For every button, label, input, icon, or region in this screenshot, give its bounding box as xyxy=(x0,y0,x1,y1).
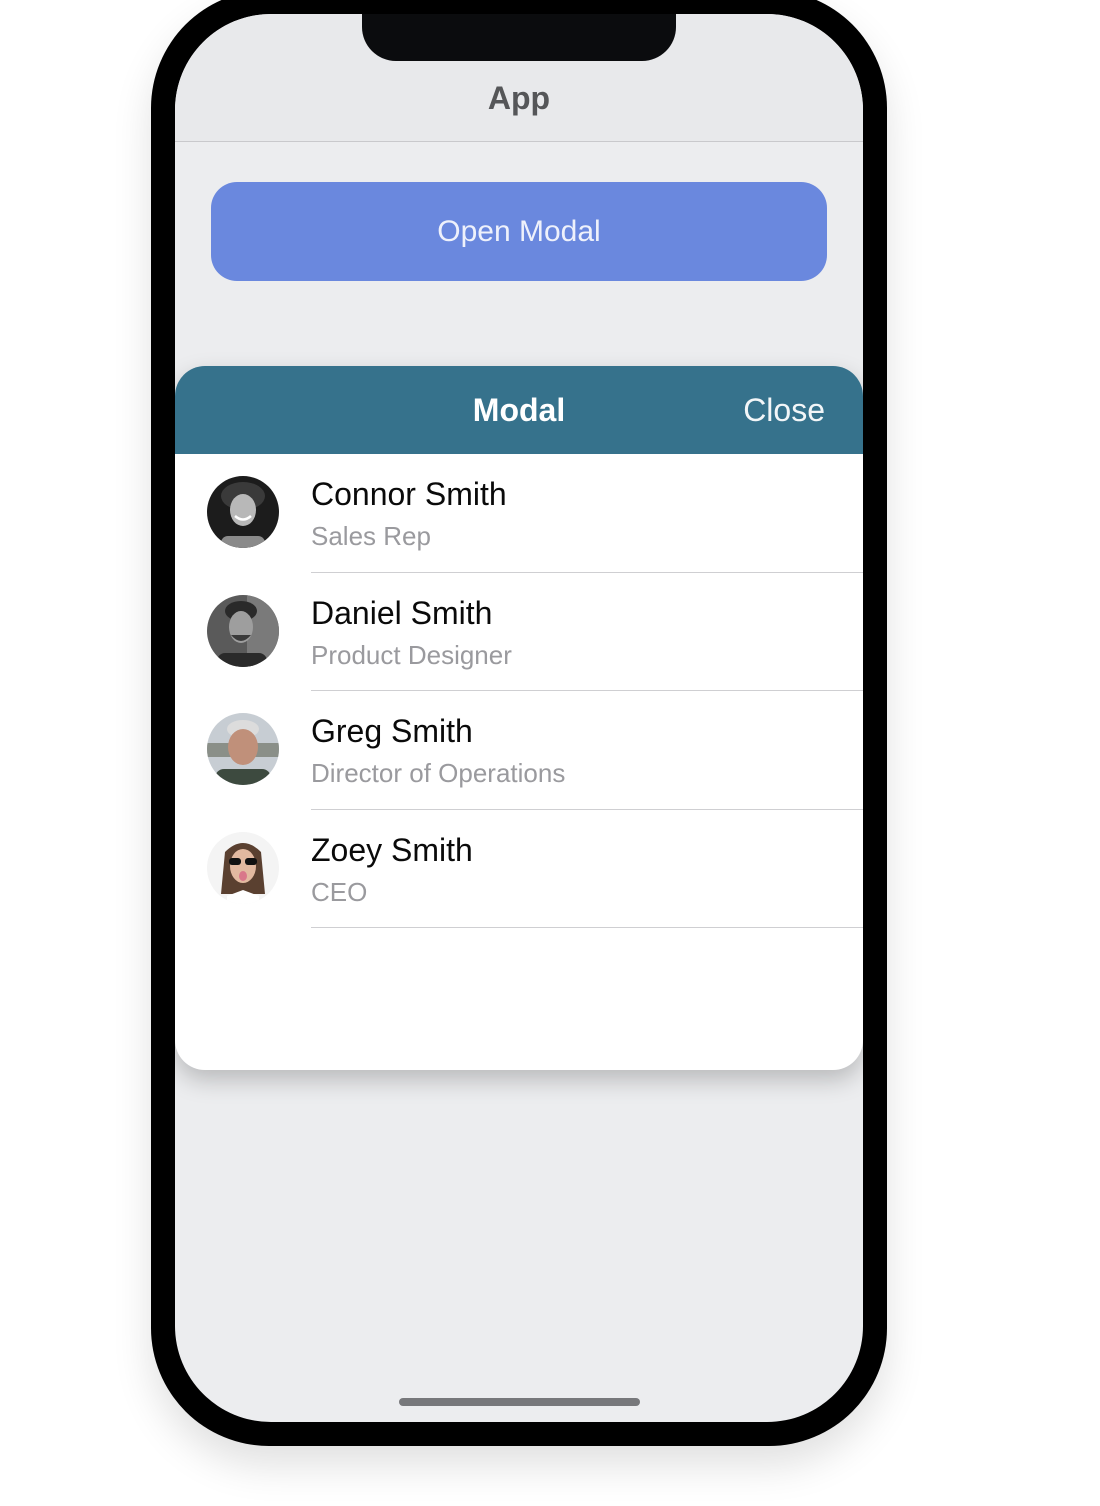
nav-title: App xyxy=(487,80,551,116)
person-name: Greg Smith xyxy=(311,713,473,749)
modal-header: Modal Close xyxy=(175,366,863,454)
close-button[interactable]: Close xyxy=(743,392,825,429)
phone-screen: App Open Modal Modal Close Connor Smith … xyxy=(175,14,863,1422)
daniel-avatar xyxy=(207,594,279,667)
list-item[interactable]: Zoey Smith CEO xyxy=(175,810,863,928)
person-role: Sales Rep xyxy=(311,521,431,551)
greg-avatar xyxy=(207,713,279,785)
list-item[interactable]: Daniel Smith Product Designer xyxy=(175,573,863,691)
person-role: Director of Operations xyxy=(311,758,566,788)
list-item-text: Zoey Smith CEO xyxy=(311,810,863,928)
person-name: Zoey Smith xyxy=(311,831,473,868)
connor-avatar xyxy=(207,476,279,548)
list-item[interactable]: Greg Smith Director of Operations xyxy=(175,691,863,810)
open-modal-button[interactable]: Open Modal xyxy=(211,182,827,281)
person-role: Product Designer xyxy=(311,639,512,670)
list-item[interactable]: Connor Smith Sales Rep xyxy=(175,454,863,573)
list-item-text: Connor Smith Sales Rep xyxy=(311,454,863,573)
list-item-text: Greg Smith Director of Operations xyxy=(311,691,863,810)
home-indicator[interactable] xyxy=(399,1398,640,1406)
people-list: Connor Smith Sales Rep Daniel Smith Prod… xyxy=(175,454,863,928)
person-name: Daniel Smith xyxy=(311,594,493,631)
zoey-avatar xyxy=(207,831,279,904)
person-name: Connor Smith xyxy=(311,476,507,512)
person-role: CEO xyxy=(311,876,368,907)
modal-sheet: Modal Close Connor Smith Sales Rep Danie… xyxy=(175,366,863,1070)
list-item-text: Daniel Smith Product Designer xyxy=(311,573,863,691)
phone-notch xyxy=(362,14,676,61)
